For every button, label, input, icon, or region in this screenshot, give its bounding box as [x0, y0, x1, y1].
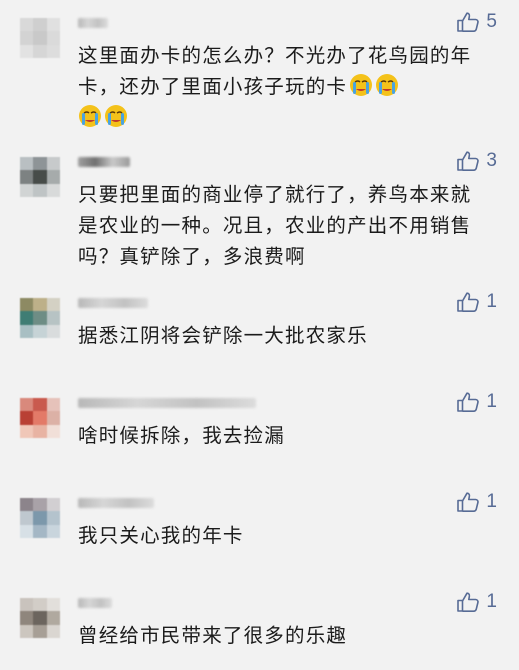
like-button[interactable]: 1 — [456, 391, 497, 413]
avatar[interactable] — [20, 498, 60, 538]
like-count: 3 — [486, 150, 497, 171]
comment-text: 我只关心我的年卡 — [78, 524, 244, 547]
like-button[interactable]: 3 — [456, 150, 497, 172]
commenter-name — [78, 498, 154, 508]
comment-text: 啥时候拆除，我去捡漏 — [78, 424, 286, 447]
like-count: 5 — [486, 11, 497, 32]
thumbs-up-icon — [457, 492, 480, 512]
commenter-name — [78, 298, 148, 308]
crying-face-icon — [349, 73, 373, 97]
thumbs-up-icon — [457, 151, 480, 171]
avatar[interactable] — [20, 298, 60, 338]
commenter-name — [78, 18, 108, 28]
like-count: 1 — [486, 291, 497, 312]
like-button[interactable]: 5 — [456, 11, 497, 33]
avatar[interactable] — [20, 18, 60, 58]
thumbs-up-icon — [457, 592, 480, 612]
commenter-name — [78, 398, 256, 408]
thumbs-up-icon — [457, 12, 480, 32]
crying-face-icon — [104, 104, 128, 128]
like-button[interactable]: 1 — [456, 591, 497, 613]
thumbs-up-icon — [457, 292, 480, 312]
thumbs-up-icon — [457, 392, 480, 412]
crying-face-icon — [375, 73, 399, 97]
comment-text: 曾经给市民带来了很多的乐趣 — [78, 624, 348, 647]
like-button[interactable]: 1 — [456, 291, 497, 313]
crying-face-icon — [78, 104, 102, 128]
comment-text: 只要把里面的商业停了就行了，养鸟本来就是农业的一种。况且，农业的产出不用销售吗？… — [78, 183, 472, 268]
comment-text: 据悉江阴将会铲除一大批农家乐 — [78, 324, 368, 347]
avatar[interactable] — [20, 157, 60, 197]
like-button[interactable]: 1 — [456, 491, 497, 513]
commenter-name — [78, 598, 112, 608]
commenter-name — [78, 157, 130, 167]
comment-text: 这里面办卡的怎么办？不光办了花鸟园的年卡，还办了里面小孩子玩的卡 — [78, 40, 488, 133]
comment-text-body: 这里面办卡的怎么办？不光办了花鸟园的年卡，还办了里面小孩子玩的卡 — [78, 44, 472, 98]
like-count: 1 — [486, 591, 497, 612]
avatar[interactable] — [20, 398, 60, 438]
like-count: 1 — [486, 491, 497, 512]
avatar[interactable] — [20, 598, 60, 638]
like-count: 1 — [486, 391, 497, 412]
